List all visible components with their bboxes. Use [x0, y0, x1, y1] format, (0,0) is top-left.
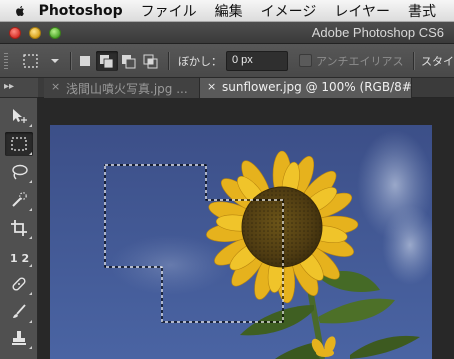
- spot-healing-icon: [12, 277, 26, 291]
- tools-panel: 1 2 3: [0, 98, 38, 359]
- add-selection-button[interactable]: [96, 51, 118, 71]
- apple-icon[interactable]: [14, 3, 27, 19]
- quick-selection-tool[interactable]: [5, 188, 33, 212]
- count-tool[interactable]: 1 2 3: [5, 244, 33, 268]
- subtract-selection-icon: [122, 55, 136, 69]
- tab-label: sunflower.jpg @ 100% (RGB/8#): [222, 80, 412, 94]
- tool-flyout-indicator: [29, 180, 32, 183]
- tool-flyout-indicator: [29, 264, 32, 267]
- tab-label: 浅間山噴火写真.jpg ...: [66, 82, 188, 96]
- window-title: Adobe Photoshop CS6: [311, 25, 444, 40]
- crop-icon: [11, 220, 27, 236]
- antialias-checkbox[interactable]: [299, 54, 312, 67]
- photoshop-window: Photoshop ファイル 編集 イメージ レイヤー 書式 Adobe Pho…: [0, 0, 454, 359]
- minimize-window-button[interactable]: [29, 27, 41, 39]
- spot-healing-tool[interactable]: [5, 272, 33, 296]
- brush-tool[interactable]: [5, 300, 33, 324]
- stamp-icon: [12, 331, 26, 345]
- document-tab-bar: × 浅間山噴火写真.jpg ... × sunflower.jpg @ 100%…: [38, 78, 454, 98]
- rectangular-marquee-tool[interactable]: [5, 132, 33, 156]
- sunflower-photo: [50, 125, 432, 359]
- options-separator: [70, 52, 71, 70]
- count-icon: 1 2 3: [10, 252, 29, 265]
- move-tool[interactable]: [5, 104, 33, 128]
- tool-flyout-indicator: [29, 236, 32, 239]
- intersect-selection-icon: [143, 54, 158, 69]
- intersect-selection-button[interactable]: [140, 51, 162, 71]
- options-separator: [168, 52, 169, 70]
- tab-sunflower[interactable]: × sunflower.jpg @ 100% (RGB/8#): [200, 78, 412, 98]
- antialias-label: アンチエイリアス: [316, 55, 404, 68]
- document-workspace: [38, 98, 454, 359]
- title-bar: Adobe Photoshop CS6: [0, 22, 454, 44]
- rectangular-marquee-icon: [11, 137, 27, 151]
- tool-flyout-indicator: [29, 320, 32, 323]
- tool-flyout-indicator: [29, 208, 32, 211]
- close-icon[interactable]: ×: [207, 80, 216, 93]
- brush-icon: [13, 304, 26, 318]
- collapse-panel-icon[interactable]: ▸▸: [4, 81, 14, 92]
- add-selection-icon: [100, 55, 114, 69]
- close-icon[interactable]: ×: [51, 80, 60, 93]
- menu-layer[interactable]: レイヤー: [334, 1, 390, 21]
- style-label: スタイ: [421, 55, 454, 68]
- tool-flyout-indicator: [29, 124, 32, 127]
- subtract-selection-button[interactable]: [118, 51, 140, 71]
- clone-stamp-tool[interactable]: [5, 326, 33, 350]
- lasso-icon: [12, 164, 28, 180]
- crop-tool[interactable]: [5, 216, 33, 240]
- new-selection-icon: [80, 56, 90, 66]
- document-canvas[interactable]: [50, 125, 432, 359]
- menu-app-name[interactable]: Photoshop: [39, 3, 123, 19]
- menu-image[interactable]: イメージ: [261, 1, 317, 21]
- menu-type[interactable]: 書式: [408, 1, 436, 21]
- feather-input[interactable]: 0 px: [226, 51, 288, 71]
- lasso-tool[interactable]: [5, 160, 33, 184]
- tab-asama-photo[interactable]: × 浅間山噴火写真.jpg ...: [44, 78, 200, 98]
- quick-selection-icon: [12, 192, 27, 207]
- tool-flyout-indicator: [29, 346, 32, 349]
- count-tool-label: 1 2 3: [10, 252, 29, 265]
- close-window-button[interactable]: [9, 27, 21, 39]
- menu-bar: Photoshop ファイル 編集 イメージ レイヤー 書式: [0, 0, 454, 22]
- new-selection-button[interactable]: [74, 51, 96, 71]
- tool-flyout-indicator: [29, 152, 32, 155]
- tool-preset-picker[interactable]: [18, 51, 66, 71]
- options-bar: ぼかし： 0 px アンチエイリアス スタイ: [0, 44, 454, 78]
- zoom-window-button[interactable]: [49, 27, 61, 39]
- menu-edit[interactable]: 編集: [215, 1, 243, 21]
- feather-label: ぼかし：: [178, 55, 222, 68]
- tool-flyout-indicator: [29, 292, 32, 295]
- tools-panel-header: ▸▸: [0, 78, 38, 98]
- move-tool-icon: [13, 109, 27, 123]
- options-separator: [413, 52, 414, 70]
- options-bar-grip[interactable]: [4, 53, 8, 69]
- menu-file[interactable]: ファイル: [141, 1, 197, 21]
